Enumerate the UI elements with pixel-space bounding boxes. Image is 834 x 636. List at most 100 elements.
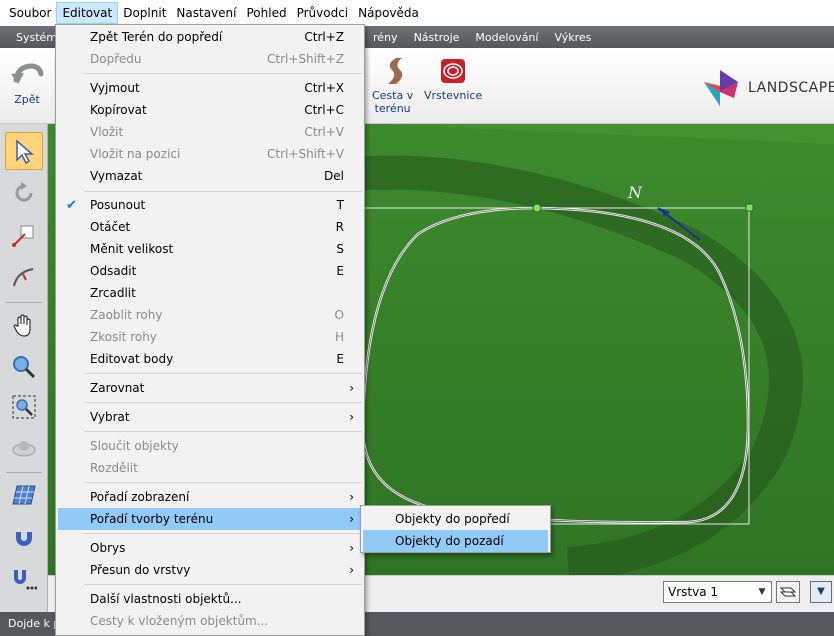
menu-item-objects-to-front[interactable]: Objekty do popředí: [363, 508, 548, 530]
menu-separator: [84, 402, 362, 403]
tab-vykres[interactable]: Výkres: [546, 31, 599, 44]
menu-item-label: Otáčet: [90, 220, 131, 234]
menu-nastaveni[interactable]: Nastavení: [171, 2, 241, 24]
layers-icon: [779, 587, 797, 597]
undo-label: Zpět: [14, 93, 40, 106]
menu-item-display-order[interactable]: Pořadí zobrazení ›: [58, 486, 362, 508]
menu-item-label: Vložit: [90, 125, 124, 139]
menu-item-label: Sloučit objekty: [90, 439, 179, 453]
tab-nastroje[interactable]: Nástroje: [406, 31, 468, 44]
layer-select-value: Vrstva 1: [668, 585, 719, 599]
undo-button[interactable]: Zpět: [10, 60, 44, 106]
menu-editovat[interactable]: Editovat: [56, 2, 119, 24]
menu-item-embedded-paths[interactable]: Cesty k vloženým objektům...: [58, 610, 362, 632]
menu-item-paste-in-place[interactable]: Vložit na pozici Ctrl+Shift+V: [58, 143, 362, 165]
offset-icon: [13, 268, 34, 287]
menu-item-label: Zarovnat: [90, 381, 145, 395]
layers-button[interactable]: [776, 581, 800, 603]
menu-item-shortcut: Ctrl+Shift+V: [267, 147, 344, 161]
zoom-icon: [13, 356, 36, 379]
undo-icon: [11, 63, 44, 84]
menu-item-label: Pořadí tvorby terénu: [90, 512, 214, 526]
hand-icon: [13, 314, 31, 337]
menu-item-label: Pořadí zobrazení: [90, 490, 190, 504]
menu-item-shortcut: T: [336, 198, 344, 212]
select-tool-button[interactable]: [5, 132, 43, 170]
road-icon: [387, 58, 402, 84]
menu-item-shortcut: Ctrl+C: [304, 103, 344, 117]
menu-item-label: Objekty do pozadí: [395, 534, 504, 548]
rotate-tool-button[interactable]: [5, 174, 43, 212]
road-in-terrain-button[interactable]: Cesta v terénu: [372, 56, 413, 115]
grid-tool-button[interactable]: [5, 476, 43, 514]
menu-soubor[interactable]: Soubor: [4, 2, 56, 24]
contours-button[interactable]: Vrstevnice: [424, 56, 482, 102]
menu-item-merge-objects[interactable]: Sloučit objekty: [58, 435, 362, 457]
menu-item-move-to-layer[interactable]: Přesun do vrstvy ›: [58, 559, 362, 581]
menu-separator: [84, 373, 362, 374]
chevron-right-icon: ›: [349, 490, 354, 504]
menu-separator: [84, 73, 362, 74]
contours-icon: [441, 59, 466, 83]
menu-item-mirror[interactable]: Zrcadlit: [58, 282, 362, 304]
tab-modelovani[interactable]: Modelování: [467, 31, 546, 44]
tab-tereny[interactable]: rény: [365, 31, 406, 44]
resize-tool-button[interactable]: [5, 216, 43, 254]
menu-item-label: Další vlastnosti objektů...: [90, 592, 242, 606]
offset-tool-button[interactable]: [5, 258, 43, 296]
menu-item-label: Dopředu: [90, 52, 142, 66]
pan-tool-button[interactable]: [5, 306, 43, 344]
menu-item-delete[interactable]: Vymazat Del: [58, 165, 362, 187]
menu-item-shortcut: Ctrl+V: [304, 125, 344, 139]
menu-item-more-properties[interactable]: Další vlastnosti objektů...: [58, 588, 362, 610]
menu-item-shortcut: Del: [324, 169, 344, 183]
chevron-right-icon: ›: [349, 410, 354, 424]
contours-label: Vrstevnice: [424, 89, 483, 102]
menu-item-round-corners[interactable]: Zaoblit rohy O: [58, 304, 362, 326]
grid-icon: [12, 485, 36, 505]
menu-item-copy[interactable]: Kopírovat Ctrl+C: [58, 99, 362, 121]
menu-item-edit-points[interactable]: Editovat body E: [58, 348, 362, 370]
snap-tool-button[interactable]: [5, 518, 43, 556]
menu-item-rotate[interactable]: Otáčet R: [58, 216, 362, 238]
menu-item-label: Vybrat: [90, 410, 130, 424]
menu-item-paste[interactable]: Vložit Ctrl+V: [58, 121, 362, 143]
menu-item-objects-to-back[interactable]: Objekty do pozadí: [363, 530, 548, 552]
chevron-down-icon: ▼: [758, 587, 766, 597]
expand-button[interactable]: ▼: [810, 581, 832, 603]
menu-item-offset[interactable]: Odsadit E: [58, 260, 362, 282]
menu-item-select[interactable]: Vybrat ›: [58, 406, 362, 428]
orbit-icon: [12, 441, 36, 457]
menu-item-label: Cesty k vloženým objektům...: [90, 614, 269, 628]
menu-item-move[interactable]: ✔ Posunout T: [58, 194, 362, 216]
menu-item-align[interactable]: Zarovnat ›: [58, 377, 362, 399]
menu-item-cut[interactable]: Vyjmout Ctrl+X: [58, 77, 362, 99]
menu-item-shortcut: S: [336, 242, 344, 256]
zoom-window-tool-button[interactable]: [5, 388, 43, 426]
menu-separator: [84, 191, 362, 192]
menu-napoveda[interactable]: Nápověda: [353, 2, 424, 24]
layer-select[interactable]: Vrstva 1 ▼: [663, 581, 772, 603]
chevron-right-icon: ›: [349, 541, 354, 555]
orbit-tool-button[interactable]: [5, 430, 43, 468]
menu-item-resize[interactable]: Měnit velikost S: [58, 238, 362, 260]
menu-item-chamfer-corners[interactable]: Zkosit rohy H: [58, 326, 362, 348]
menu-pruvodci[interactable]: Průvodci: [292, 2, 354, 24]
resize-icon: [12, 225, 34, 247]
menu-item-label: Obrys: [90, 541, 126, 555]
menu-item-undo[interactable]: Zpět Terén do popředí Ctrl+Z: [58, 26, 362, 48]
menu-item-outline[interactable]: Obrys ›: [58, 537, 362, 559]
menu-item-label: Objekty do popředí: [395, 512, 510, 526]
cursor-icon: [16, 139, 35, 164]
menu-item-shortcut: E: [336, 352, 344, 366]
menu-item-label: Zkosit rohy: [90, 330, 157, 344]
menu-item-split[interactable]: Rozdělit: [58, 457, 362, 479]
menu-doplnit[interactable]: Doplnit: [118, 2, 171, 24]
menu-item-terrain-order[interactable]: Pořadí tvorby terénu ›: [58, 508, 362, 530]
snap-options-button[interactable]: [5, 560, 43, 598]
compass-label: N: [627, 183, 643, 202]
zoom-tool-button[interactable]: [5, 348, 43, 386]
menu-item-redo[interactable]: Dopředu Ctrl+Shift+Z: [58, 48, 362, 70]
status-text: Dojde k p: [8, 617, 61, 630]
menu-pohled[interactable]: Pohled: [241, 2, 291, 24]
